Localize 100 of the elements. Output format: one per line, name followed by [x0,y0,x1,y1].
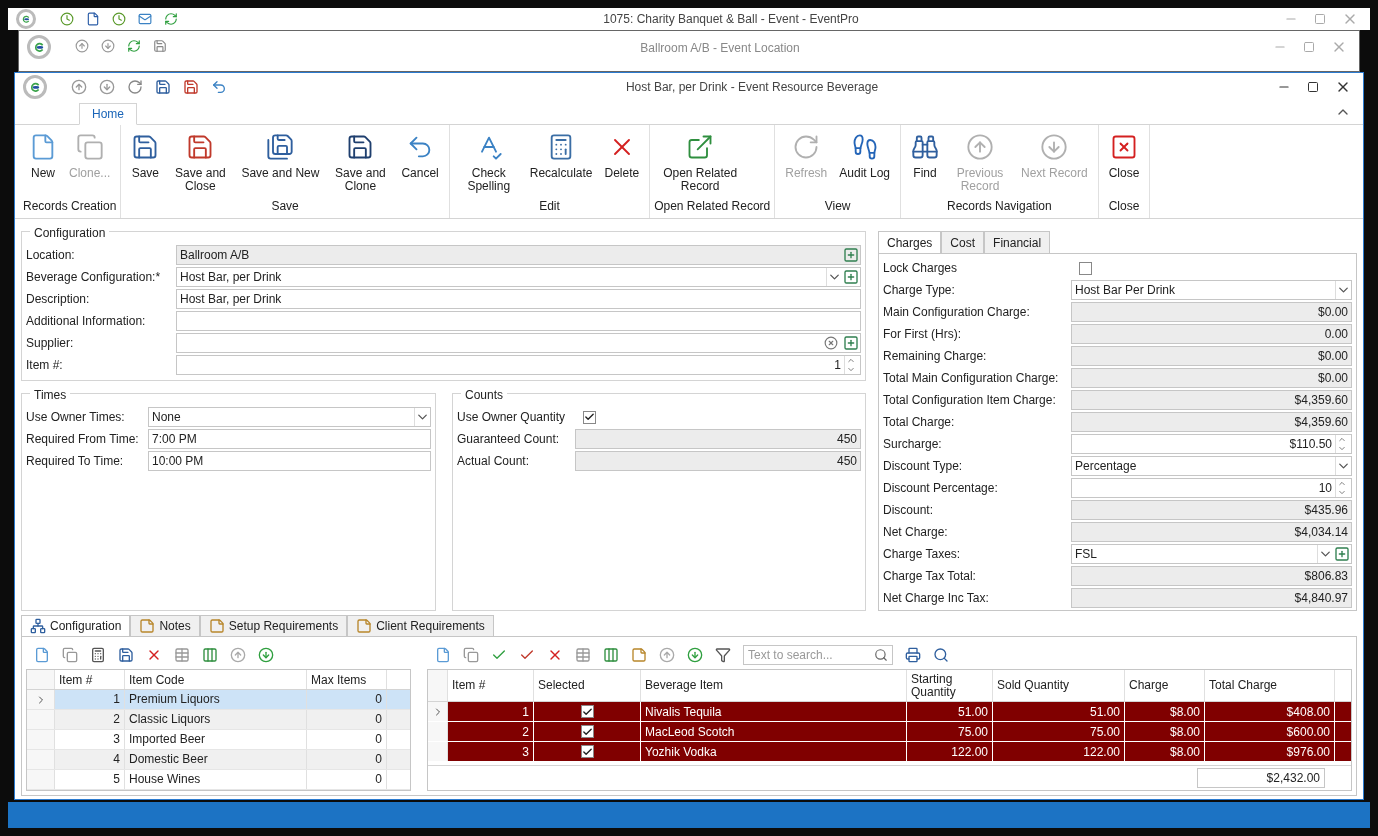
dropdown-field[interactable]: Host Bar Per Drink [1071,280,1352,300]
grid-row[interactable]: 2 Classic Liquors 0 [27,710,410,730]
printer-icon[interactable] [905,647,921,663]
dropdown-arrow-icon[interactable] [826,268,842,286]
lookup-icon[interactable] [843,247,859,263]
spin-field[interactable]: $110.50 [1071,434,1352,454]
row-header[interactable] [428,702,448,721]
grid-row[interactable]: 1 Nivalis Tequila 51.00 51.00 $8.00 $408.00 [428,702,1351,722]
input-field[interactable]: Host Bar, per Drink [176,289,861,309]
ribbon-button[interactable]: Save [125,133,166,197]
app-logo-icon[interactable] [27,35,51,59]
tab[interactable]: Charges [878,231,942,254]
arrow-down-icon[interactable] [687,647,703,663]
column-header[interactable]: Beverage Item [641,670,907,701]
input-field[interactable]: Ballroom A/B [176,245,861,265]
input-field[interactable]: $435.96 [1071,500,1352,520]
dropdown-arrow-icon[interactable] [1335,281,1351,299]
tab[interactable]: Cost [941,231,985,254]
column-header[interactable]: Item # [55,670,125,689]
column-header[interactable]: Item Code [125,670,307,689]
app-logo-icon[interactable] [16,9,36,29]
tab[interactable]: Configuration [21,615,131,637]
note-icon[interactable] [631,647,647,663]
grid-row[interactable]: 4 Domestic Beer 0 [27,750,410,770]
ribbon-button[interactable]: Check Spelling [453,133,524,197]
dropdown-field[interactable]: None [148,407,431,427]
input-field[interactable]: $806.83 [1071,566,1352,586]
input-field[interactable]: 450 [575,451,861,471]
tab[interactable]: Setup Requirements [199,615,348,637]
columns-icon[interactable] [603,647,619,663]
save-icon[interactable] [155,79,171,95]
input-field[interactable]: $4,034.14 [1071,522,1352,542]
lookup-icon[interactable] [1334,546,1350,562]
document-icon[interactable] [86,12,100,26]
copy-icon[interactable] [463,647,479,663]
spin-field[interactable]: 10 [1071,478,1352,498]
ribbon-button[interactable]: Open Related Record [654,133,747,197]
save-icon[interactable] [153,39,167,53]
grid-row[interactable]: 3 Imported Beer 0 [27,730,410,750]
lookup-icon[interactable] [843,269,859,285]
arrow-up-icon[interactable] [230,647,246,663]
input-field[interactable]: $0.00 [1071,302,1352,322]
lookup-icon[interactable] [843,335,859,351]
tab[interactable]: Financial [984,231,1051,254]
input-field[interactable]: $4,359.60 [1071,390,1352,410]
dropdown-field[interactable]: Percentage [1071,456,1352,476]
refresh-icon[interactable] [127,79,143,95]
ribbon-tab[interactable]: Home [79,103,137,125]
column-header[interactable]: Item # [448,670,534,701]
filter-icon[interactable] [715,647,731,663]
dropdown-arrow-icon[interactable] [1317,545,1333,563]
column-header[interactable]: Total Charge [1205,670,1335,701]
tab[interactable]: Client Requirements [347,615,494,637]
arrow-up-icon[interactable] [71,79,87,95]
input-field[interactable]: $4,840.97 [1071,588,1352,608]
input-field[interactable]: $0.00 [1071,368,1352,388]
clock-icon[interactable] [112,12,126,26]
tab[interactable]: Notes [130,615,200,637]
arrow-up-icon[interactable] [75,39,89,53]
checkbox[interactable] [580,745,594,758]
save-icon[interactable] [118,647,134,663]
copy-icon[interactable] [62,647,78,663]
arrow-up-icon[interactable] [659,647,675,663]
app-logo-icon[interactable] [23,75,47,99]
column-header[interactable]: Max Items [307,670,387,689]
input-field[interactable]: 450 [575,429,861,449]
table-icon[interactable] [575,647,591,663]
arrow-down-icon[interactable] [99,79,115,95]
input-field[interactable]: $0.00 [1071,346,1352,366]
grid-row[interactable]: 2 MacLeod Scotch 75.00 75.00 $8.00 $600.00 [428,722,1351,742]
dropdown-field[interactable]: Host Bar, per Drink [176,267,861,287]
maximize-icon[interactable] [1307,81,1319,93]
undo-icon[interactable] [211,79,227,95]
input-field[interactable]: 10:00 PM [148,451,431,471]
clear-icon[interactable] [824,336,838,350]
ribbon-button[interactable]: Close [1102,133,1146,197]
search-icon[interactable] [933,647,949,663]
ribbon-button[interactable]: New [23,133,63,197]
search-icon[interactable] [874,648,888,662]
refresh-icon[interactable] [127,39,141,53]
dropdown-field[interactable]: FSL [1071,544,1352,564]
input-field[interactable]: 7:00 PM [148,429,431,449]
column-header[interactable]: Charge [1125,670,1205,701]
input-field[interactable] [176,333,861,353]
columns-icon[interactable] [202,647,218,663]
arrow-down-icon[interactable] [258,647,274,663]
spin-field[interactable]: 1 [176,355,861,375]
file-icon[interactable] [34,647,50,663]
input-field[interactable] [176,311,861,331]
grid-row[interactable]: 5 House Wines 0 [27,770,410,790]
ribbon-button[interactable]: Audit Log [833,133,896,197]
checkbox[interactable] [580,705,594,718]
row-header[interactable] [27,690,55,709]
checkbox[interactable] [583,410,596,424]
mail-icon[interactable] [138,12,152,26]
ribbon-button[interactable]: Delete [598,133,646,197]
checkbox[interactable] [1079,261,1092,275]
checkbox[interactable] [580,725,594,738]
ribbon-button[interactable]: Cancel [395,133,445,197]
arrow-down-icon[interactable] [101,39,115,53]
